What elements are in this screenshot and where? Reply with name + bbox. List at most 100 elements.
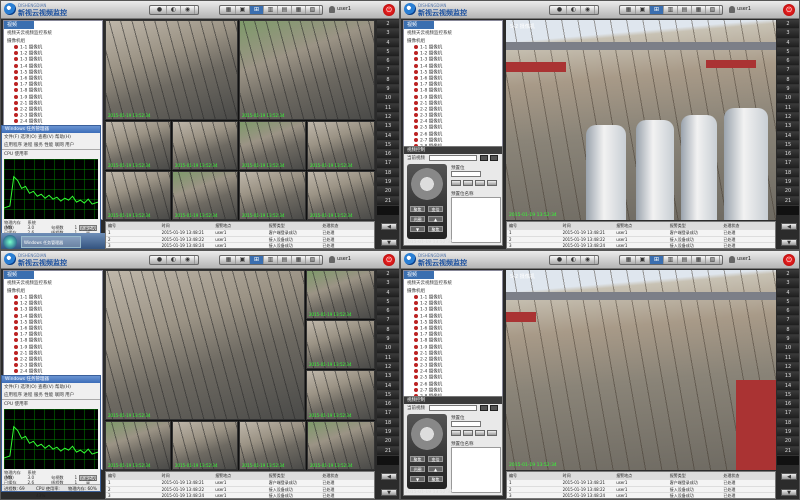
tree-group[interactable]: 摄像机组 (4, 37, 102, 45)
channel-button[interactable]: 5 (777, 297, 799, 308)
channel-button[interactable]: 2 (377, 20, 399, 30)
column-header[interactable]: 编号 (106, 222, 160, 229)
preset-select[interactable] (451, 421, 481, 427)
video-tile[interactable]: 2015-01-19 13:52:34 (105, 20, 238, 120)
layout-button-1[interactable]: ▣ (636, 6, 650, 14)
video-tile[interactable]: 2015-01-19 13:52:34 (239, 421, 306, 470)
layout-button-3[interactable]: ▥ (664, 6, 678, 14)
preset-button[interactable] (487, 180, 497, 186)
column-header[interactable]: 编号 (507, 472, 561, 479)
channel-button[interactable]: 4 (777, 38, 799, 48)
tree-root[interactable]: 视频天云视频监控系统 (404, 29, 502, 37)
channel-button[interactable]: 10 (377, 94, 399, 104)
column-header[interactable]: 报警地点 (213, 222, 267, 229)
channel-button[interactable]: 12 (777, 362, 799, 373)
channel-button[interactable]: 13 (777, 372, 799, 382)
channel-button[interactable]: 11 (377, 353, 399, 363)
channel-button[interactable]: 3 (777, 29, 799, 39)
table-row[interactable]: 1 2015-01-19 13:48:21 user1 客户端登录成功 已处理 (106, 229, 374, 236)
channel-button[interactable]: 7 (777, 66, 799, 76)
video-tile[interactable]: 2015-01-19 13:52:34 (306, 320, 375, 369)
channel-button[interactable]: 11 (377, 103, 399, 113)
channel-button[interactable]: 7 (377, 316, 399, 326)
task-manager-tabs[interactable]: 应用程序 进程 服务 性能 联网 用户 (2, 391, 100, 400)
preset-button[interactable] (451, 180, 461, 186)
channel-button[interactable]: 20 (777, 437, 799, 447)
channel-button[interactable]: 5 (377, 297, 399, 308)
column-header[interactable]: 报警地点 (614, 222, 668, 229)
task-manager-menu[interactable]: 文件(F) 选项(O) 查看(V) 帮助(H) (2, 383, 100, 391)
channel-button[interactable]: 15 (777, 140, 799, 151)
channel-button[interactable]: 6 (777, 307, 799, 317)
table-row[interactable]: 3 2015-01-19 13:48:24 user1 接入设备成功 已处理 (507, 492, 775, 499)
channel-button[interactable]: 9 (777, 85, 799, 95)
video-tile[interactable]: 2015-01-19 13:52:34 (105, 171, 171, 220)
table-row[interactable]: 2 2015-01-19 13:48:22 user1 接入设备成功 已处理 (106, 235, 374, 243)
table-row[interactable]: 3 2015-01-19 13:48:24 user1 接入设备成功 已处理 (106, 492, 374, 499)
username[interactable]: user1 (337, 6, 351, 12)
channel-button[interactable]: 21 (777, 446, 799, 456)
toolbar-button-2[interactable]: ◉ (581, 256, 595, 264)
preset-button[interactable] (451, 430, 461, 436)
channel-button[interactable]: 10 (777, 344, 799, 354)
column-header[interactable]: 报警类型 (267, 222, 321, 229)
resource-monitor-button[interactable]: 资源监视器 (79, 475, 97, 486)
channel-button[interactable]: 2 (777, 270, 799, 280)
column-header[interactable]: 时间 (561, 472, 615, 479)
channel-button[interactable]: 12 (377, 112, 399, 123)
channel-button[interactable]: 6 (777, 57, 799, 67)
preset-button[interactable] (475, 430, 485, 436)
preset-button[interactable] (487, 430, 497, 436)
toolbar-button-1[interactable]: ◐ (567, 6, 581, 14)
video-tile[interactable]: 2015-01-19 13:52:34 (172, 121, 238, 170)
channel-button[interactable]: 12 (777, 112, 799, 123)
channel-button[interactable]: 8 (777, 325, 799, 336)
toolbar-button-0[interactable]: ● (153, 6, 167, 14)
focus-far-button[interactable]: 聚焦 (428, 476, 443, 482)
channel-button[interactable]: 11 (777, 353, 799, 363)
task-manager-title[interactable]: Windows 任务管理器 (2, 376, 100, 383)
tree-group[interactable]: 摄像机组 (4, 287, 102, 295)
column-header[interactable]: 时间 (561, 222, 615, 229)
focus-far-button[interactable]: 聚焦 (428, 226, 443, 232)
channel-button[interactable]: 6 (377, 57, 399, 67)
column-header[interactable]: 时间 (160, 222, 214, 229)
video-tile[interactable]: 2015-01-19 13:52:34 (307, 421, 375, 470)
table-row[interactable]: 2 2015-01-19 13:48:22 user1 接入设备成功 已处理 (106, 485, 374, 493)
expand-button[interactable]: ▼ (781, 239, 797, 246)
channel-button[interactable]: 16 (777, 400, 799, 410)
column-header[interactable]: 报警地点 (213, 472, 267, 479)
toolbar-button-1[interactable]: ◐ (567, 256, 581, 264)
channel-button[interactable]: 5 (777, 47, 799, 58)
video-tile[interactable]: 2015-01-19 13:52:34 (105, 270, 305, 420)
column-header[interactable]: 报警类型 (267, 472, 321, 479)
down-button[interactable]: ▼ (410, 476, 425, 482)
toolbar-button-2[interactable]: ◉ (181, 6, 195, 14)
toolbar-button-2[interactable]: ◉ (581, 6, 595, 14)
expand-button[interactable]: ▼ (381, 489, 397, 496)
preset-button[interactable] (463, 430, 473, 436)
channel-button[interactable]: 20 (377, 187, 399, 197)
camera-select[interactable] (429, 155, 477, 161)
layout-button-6[interactable]: ▧ (706, 256, 720, 264)
video-tile[interactable]: 2015-01-19 13:52:34 (105, 121, 171, 170)
channel-button[interactable]: 18 (777, 168, 799, 179)
focus-button[interactable]: 聚焦 (410, 456, 425, 462)
tab-video[interactable]: 视频 (4, 271, 34, 279)
power-icon[interactable]: ⏻ (783, 4, 795, 16)
channel-button[interactable]: 18 (777, 418, 799, 429)
channel-button[interactable]: 2 (377, 270, 399, 280)
preset-list[interactable] (451, 447, 501, 493)
taskbar-item[interactable]: Windows 任务管理器 (21, 236, 81, 248)
username[interactable]: user1 (737, 256, 751, 262)
layout-button-2[interactable]: ⊞ (650, 256, 664, 264)
channel-button[interactable]: 15 (777, 390, 799, 401)
channel-button[interactable]: 19 (377, 428, 399, 438)
task-manager-menu[interactable]: 文件(F) 选项(O) 查看(V) 帮助(H) (2, 133, 100, 141)
zoom-button[interactable]: 变倍 (428, 456, 443, 462)
up-button[interactable]: ▲ (428, 466, 443, 472)
channel-button[interactable]: 2 (777, 20, 799, 30)
channel-button[interactable]: 18 (377, 168, 399, 179)
toolbar-button-1[interactable]: ◐ (167, 6, 181, 14)
channel-button[interactable]: 3 (777, 279, 799, 289)
